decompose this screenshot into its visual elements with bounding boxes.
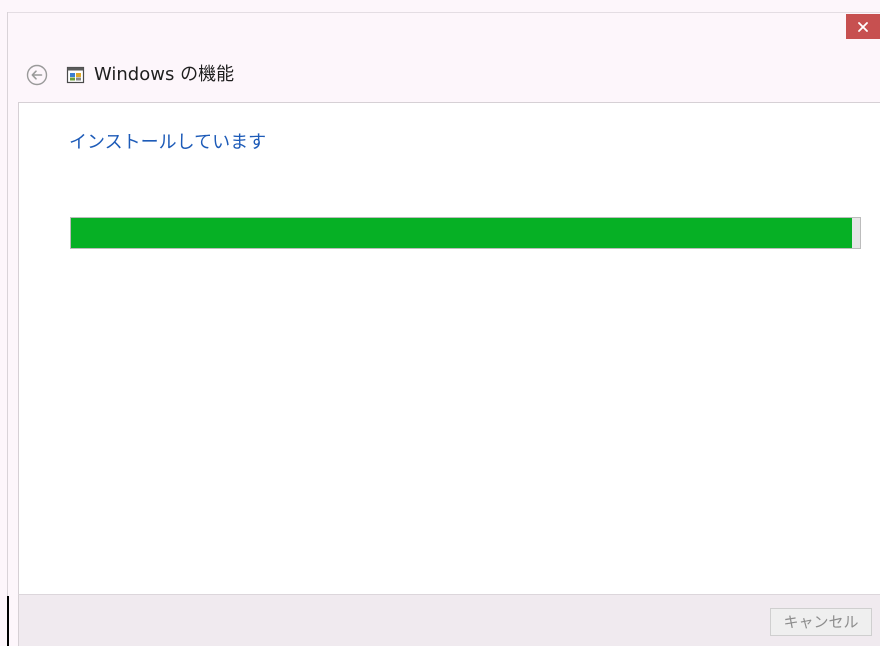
back-button[interactable] (26, 64, 48, 86)
cancel-button[interactable]: キャンセル (770, 608, 872, 636)
dialog-header: Windows の機能 (8, 40, 880, 102)
close-icon (858, 21, 868, 32)
dialog-footer: キャンセル (18, 594, 880, 646)
back-arrow-icon (26, 64, 48, 86)
dialog-window: Windows の機能 インストールしています キャンセル (0, 0, 880, 646)
titlebar-border (8, 12, 880, 13)
content-area: インストールしています (18, 102, 880, 594)
window-edge-line (7, 596, 9, 646)
install-progress-bar (70, 217, 861, 249)
windows-features-icon (66, 65, 86, 85)
progress-fill (71, 218, 853, 248)
install-status-heading: インストールしています (69, 132, 267, 153)
window-title: Windows の機能 (94, 64, 235, 85)
close-button[interactable] (846, 14, 880, 39)
window-left-border (7, 12, 8, 646)
